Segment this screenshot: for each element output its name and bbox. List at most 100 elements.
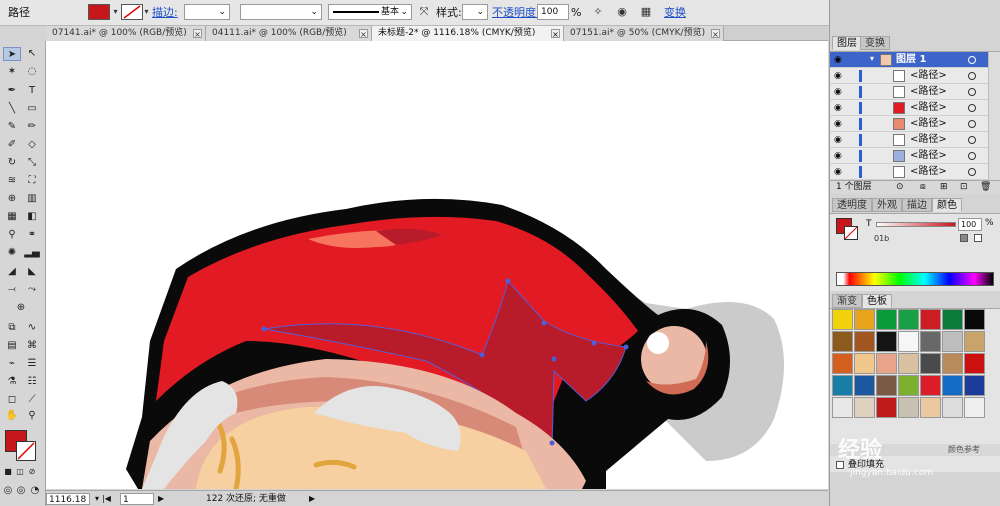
color-swatch[interactable] <box>898 397 919 418</box>
gradient-tool-icon[interactable]: ◧ <box>23 210 41 224</box>
clipping-mask-icon[interactable]: ⧈ <box>920 181 926 194</box>
color-swatch[interactable] <box>876 309 897 330</box>
color-spectrum[interactable] <box>836 272 994 286</box>
color-swatch[interactable] <box>964 353 985 374</box>
shape-builder-tool-icon[interactable]: ⊕ <box>3 192 21 206</box>
layer-row-main[interactable]: ◉ ▾ 图层 1 <box>830 52 988 68</box>
blob-brush-tool-icon[interactable]: ✐ <box>3 138 21 152</box>
symbol-sprayer-tool-icon[interactable]: ✺ <box>3 246 21 260</box>
color-swatch[interactable] <box>854 353 875 374</box>
layer-row[interactable]: ◉ <路径> <box>830 84 988 100</box>
next-artboard-icon[interactable]: ▶ <box>158 493 178 505</box>
color-swatch[interactable] <box>832 331 853 352</box>
color-swatch[interactable] <box>942 353 963 374</box>
measure-tool-icon[interactable]: ☷ <box>23 375 41 389</box>
chart-tool-icon[interactable]: ☰ <box>23 357 41 371</box>
color-swatch[interactable] <box>942 397 963 418</box>
pen-tool-icon[interactable]: ✒ <box>3 84 21 98</box>
color-swatch[interactable] <box>964 331 985 352</box>
color-swatch[interactable] <box>898 309 919 330</box>
color-swatch[interactable] <box>898 331 919 352</box>
close-icon[interactable]: × <box>551 29 560 39</box>
stroke-weight-field[interactable]: ⌄ <box>184 4 230 20</box>
stroke-dropdown-icon[interactable]: ▾ <box>142 4 151 20</box>
color-swatch[interactable] <box>876 331 897 352</box>
layer-row[interactable]: ◉ <路径> <box>830 148 988 164</box>
gradient-mode-icon[interactable]: ◫ <box>15 465 25 479</box>
target-circle-icon[interactable] <box>968 152 976 160</box>
color-stroke-box[interactable] <box>844 226 858 240</box>
blend-tool-icon[interactable]: ⚭ <box>23 228 41 242</box>
layer-row[interactable]: ◉ <路径> <box>830 164 988 180</box>
lasso-tool-icon[interactable]: ◌ <box>23 65 41 79</box>
type-tool-icon[interactable]: T <box>23 84 41 98</box>
color-swatch[interactable] <box>920 375 941 396</box>
crosshair-tool-icon[interactable]: ⊕ <box>12 301 30 315</box>
perspective-grid-tool-icon[interactable]: ▥ <box>23 192 41 206</box>
mesh-tool-icon[interactable]: ▦ <box>3 210 21 224</box>
color-swatch[interactable] <box>964 397 985 418</box>
color-swatch[interactable] <box>876 353 897 374</box>
color-swatch[interactable] <box>854 397 875 418</box>
mesh-select-tool-icon[interactable]: ⌘ <box>23 339 41 353</box>
bar-graph-tool-icon[interactable]: ⌁ <box>3 357 21 371</box>
eyedropper-icon[interactable]: ⚗ <box>3 375 21 389</box>
artboard-tool-icon[interactable]: ⧉ <box>3 321 21 335</box>
artboard-select-icon[interactable]: ◻ <box>3 393 21 407</box>
width-tool-icon[interactable]: ⤙ <box>3 283 21 297</box>
visibility-eye-icon[interactable]: ◉ <box>834 71 846 81</box>
magic-wand-tool-icon[interactable]: ✶ <box>3 65 21 79</box>
tint-value-field[interactable]: 100 <box>958 218 982 231</box>
color-swatch[interactable] <box>832 375 853 396</box>
rotate-tool-icon[interactable]: ↻ <box>3 156 21 170</box>
artboard-number-field[interactable]: 1 <box>120 493 154 505</box>
new-sublayer-icon[interactable]: ⊞ <box>940 181 948 194</box>
tint-slider[interactable] <box>876 222 956 227</box>
stroke-link[interactable]: 描边: <box>152 4 178 22</box>
color-swatch[interactable] <box>920 331 941 352</box>
color-swatch[interactable] <box>832 309 853 330</box>
transform-link[interactable]: 变换 <box>664 4 686 22</box>
tab-transform[interactable]: 变换 <box>860 36 890 50</box>
draw-normal-icon[interactable]: ◎ <box>2 484 14 498</box>
stroke-swatch[interactable] <box>121 4 143 20</box>
chevron-down-icon[interactable]: ▾ <box>92 493 102 505</box>
rectangle-tool-icon[interactable]: ▭ <box>23 102 41 116</box>
target-circle-icon[interactable] <box>968 88 976 96</box>
color-swatch[interactable] <box>832 397 853 418</box>
zoom-field[interactable]: 1116.18 <box>46 493 90 505</box>
paintbrush-tool-icon[interactable]: ✎ <box>3 120 21 134</box>
color-swatch[interactable] <box>964 309 985 330</box>
visibility-eye-icon[interactable]: ◉ <box>834 167 846 177</box>
stroke-color-box[interactable] <box>16 441 36 461</box>
target-circle-icon[interactable] <box>968 120 976 128</box>
visibility-eye-icon[interactable]: ◉ <box>834 103 846 113</box>
knife-tool-icon[interactable]: ⟋ <box>23 393 41 407</box>
first-artboard-icon[interactable]: |◀ <box>102 493 118 505</box>
pencil-tool-icon[interactable]: ✏ <box>23 120 41 134</box>
tab-swatches[interactable]: 色板 <box>862 294 892 308</box>
align-icon[interactable]: ▦ <box>638 4 654 20</box>
close-icon[interactable]: × <box>359 29 368 39</box>
target-circle-icon[interactable] <box>968 168 976 176</box>
new-layer-icon[interactable]: ⊡ <box>960 181 968 194</box>
color-swatch[interactable] <box>854 331 875 352</box>
eyedropper-tool-icon[interactable]: ⚲ <box>3 228 21 242</box>
opacity-link[interactable]: 不透明度: <box>492 4 540 22</box>
tab-document-4[interactable]: 07151.ai* @ 50% (CMYK/预览) × <box>564 26 724 41</box>
magic-wand-icon[interactable]: ✧ <box>590 4 606 20</box>
tab-document-3[interactable]: 未标题-2* @ 1116.18% (CMYK/预览) × <box>372 26 564 41</box>
color-swatch[interactable] <box>832 353 853 374</box>
free-transform-tool-icon[interactable]: ⛶ <box>23 174 41 188</box>
visibility-eye-icon[interactable]: ◉ <box>834 135 846 145</box>
color-swatch[interactable] <box>898 375 919 396</box>
hand-tool-icon[interactable]: ✋ <box>3 409 21 423</box>
graph-tool-icon[interactable]: ▂▄ <box>23 246 41 260</box>
color-swatch[interactable] <box>942 331 963 352</box>
globe-icon[interactable]: ◉ <box>614 4 630 20</box>
opacity-field[interactable]: 100 <box>537 4 569 20</box>
close-icon[interactable]: × <box>711 29 720 39</box>
color-swatch[interactable] <box>854 375 875 396</box>
layer-row[interactable]: ◉ <路径> <box>830 116 988 132</box>
brush-profile-field[interactable]: 基本 ⌄ <box>328 4 412 20</box>
